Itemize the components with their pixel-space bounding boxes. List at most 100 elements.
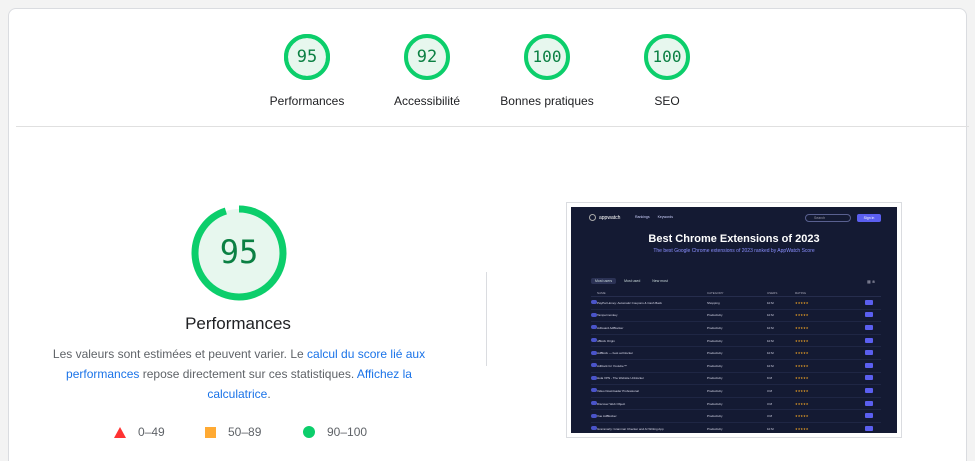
add-button <box>865 350 873 356</box>
gauge-label: Accessibilité <box>393 94 461 108</box>
screenshot-subtitle: The best Google Chrome extensions of 202… <box>653 248 815 254</box>
row-category: Shopping <box>707 300 720 305</box>
legend-pass: 90–100 <box>303 425 367 439</box>
square-icon <box>205 426 216 438</box>
main-score: 95 <box>219 233 259 271</box>
gauge-accessibility[interactable]: 92 Accessibilité <box>394 33 460 108</box>
row-action <box>865 413 881 419</box>
col-header: NAME <box>597 291 606 295</box>
screenshot-content: appwatch Rankings Keywords Search Sign in… <box>571 207 897 433</box>
row-users: 3 M <box>767 388 773 393</box>
score-description: Les valeurs sont estimées et peuvent var… <box>50 344 428 404</box>
screenshot-links: Rankings Keywords <box>635 215 681 219</box>
add-button <box>865 324 873 330</box>
gauge-score: 100 <box>532 47 562 66</box>
gauge-seo[interactable]: 100 SEO <box>643 33 691 108</box>
table-row: Video Downloader Professional Productivit… <box>591 385 881 398</box>
table-row: PayPal Honey: Automatic Coupons & Cash B… <box>591 297 881 310</box>
nav-link: Rankings <box>635 215 650 219</box>
stars-icon: ★★★★★ <box>795 363 809 368</box>
table-row: uBlock Origin Productivity 10 M ★★★★★ <box>591 335 881 348</box>
page-screenshot[interactable]: appwatch Rankings Keywords Search Sign in… <box>566 202 902 438</box>
screenshot-signin: Sign in <box>857 214 881 222</box>
row-name: Video Downloader Professional <box>597 388 639 393</box>
row-rating: ★★★★★ <box>795 351 865 355</box>
row-users: 10 M <box>767 363 774 368</box>
row-category: Productivity <box>707 351 723 356</box>
add-button <box>865 362 873 368</box>
legend-range: 50–89 <box>228 425 262 439</box>
row-rating: ★★★★★ <box>795 389 865 393</box>
stars-icon: ★★★★★ <box>795 351 809 356</box>
score-legend: 0–49 50–89 90–100 <box>0 425 500 443</box>
gauge-best-practices[interactable]: 100 Bonnes pratiques <box>500 33 594 108</box>
row-action <box>865 324 881 331</box>
row-users: 10 M <box>767 426 774 431</box>
table-row: Discover Web Object Productivity 3 M ★★★★★ <box>591 398 881 411</box>
screenshot-table: NAME CATEGORY USERS RATING PayPal Honey:… <box>591 291 881 433</box>
gauge-label: Performances <box>269 94 345 108</box>
desc-text: Les valeurs sont estimées et peuvent var… <box>52 347 308 361</box>
row-name: Discover Web Object <box>597 401 626 406</box>
appwatch-logo: appwatch <box>589 214 620 221</box>
gauge-score: 100 <box>652 47 682 66</box>
row-rating: ★★★★★ <box>795 414 865 418</box>
col-header: USERS <box>767 291 778 295</box>
row-action <box>865 299 881 306</box>
row-name: AdGuard AdBlocker <box>597 325 624 330</box>
gauge-performance[interactable]: 95 Performances <box>270 33 344 108</box>
row-action <box>865 400 881 407</box>
row-rating: ★★★★★ <box>795 364 865 368</box>
row-name: Vue AdBlocker <box>597 414 617 419</box>
stars-icon: ★★★★★ <box>795 414 809 419</box>
logo-text: appwatch <box>599 214 621 221</box>
stars-icon: ★★★★★ <box>795 338 809 343</box>
view-toggle-icon: ▦ ⊗ <box>867 279 876 284</box>
add-button <box>865 387 873 393</box>
row-rating: ★★★★★ <box>795 301 865 305</box>
row-users: 3 M <box>767 414 773 419</box>
row-name: Adblock for Youtube™ <box>597 363 627 368</box>
row-category: Productivity <box>707 414 723 419</box>
add-button <box>865 413 873 419</box>
row-action <box>865 375 881 381</box>
table-row: Grammarly: Grammar Checker and AI Writin… <box>591 423 881 433</box>
row-category: Productivity <box>707 401 723 406</box>
row-name: Hola VPN - The Website Unblocker <box>597 376 644 381</box>
row-category: Productivity <box>707 426 723 431</box>
section-divider <box>16 126 969 127</box>
screenshot-search: Search <box>805 214 851 222</box>
row-action <box>865 350 881 356</box>
row-rating: ★★★★★ <box>795 339 865 343</box>
screenshot-tab: Most users <box>591 278 617 284</box>
row-category: Productivity <box>707 388 723 393</box>
row-users: 10 M <box>767 325 774 330</box>
row-name: AdBlock — best ad blocker <box>597 351 634 356</box>
col-header: RATING <box>795 291 807 295</box>
add-button <box>865 312 873 318</box>
logo-icon <box>589 214 596 221</box>
col-header: CATEGORY <box>707 291 724 295</box>
stars-icon: ★★★★★ <box>795 388 809 393</box>
row-rating: ★★★★★ <box>795 313 865 317</box>
table-row: Tampermonkey Productivity 10 M ★★★★★ <box>591 310 881 323</box>
stars-icon: ★★★★★ <box>795 325 809 330</box>
row-action <box>865 362 881 369</box>
add-button <box>865 400 873 406</box>
row-rating: ★★★★★ <box>795 376 865 380</box>
table-row: AdGuard AdBlocker Productivity 10 M ★★★★★ <box>591 322 881 335</box>
stars-icon: ★★★★★ <box>795 426 809 431</box>
row-users: 3 M <box>767 401 773 406</box>
circle-icon <box>303 426 315 438</box>
table-row: Vue AdBlocker Productivity 3 M ★★★★★ <box>591 410 881 423</box>
row-users: 10 M <box>767 313 774 318</box>
legend-average: 50–89 <box>205 425 261 439</box>
row-action <box>865 425 881 432</box>
table-row: AdBlock — best ad blocker Productivity 10 … <box>591 347 881 360</box>
row-action <box>865 337 881 344</box>
gauge-label: SEO <box>654 94 680 108</box>
row-name: uBlock Origin <box>597 338 615 343</box>
row-rating: ★★★★★ <box>795 326 865 330</box>
add-button <box>865 337 873 343</box>
row-category: Productivity <box>707 363 723 368</box>
